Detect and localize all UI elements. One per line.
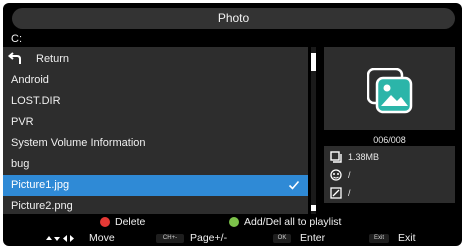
list-item[interactable]: PVR (3, 112, 308, 133)
remote-key-hints: Move CH+- Page+/- OK Enter Exit Exit (3, 231, 462, 246)
list-item[interactable]: bug (3, 154, 308, 175)
list-item[interactable]: Picture2.png (3, 196, 308, 217)
ok-key-icon: OK (273, 234, 291, 243)
exit-hint: Exit (398, 232, 416, 244)
list-item[interactable]: Android (3, 70, 308, 91)
list-item-label: Picture2.png (11, 200, 73, 212)
resolution-icon (330, 169, 342, 181)
list-item-label: System Volume Information (11, 137, 146, 149)
playlist-hint: Add/Del all to playlist (244, 216, 342, 228)
list-item-label: PVR (11, 116, 34, 128)
current-path: C: (11, 33, 22, 45)
checkmark-icon (288, 180, 300, 190)
list-item-label: Android (11, 74, 49, 86)
photo-thumbnail-icon (366, 67, 413, 114)
page-title: Photo (12, 8, 455, 29)
list-item-selected[interactable]: Picture1.jpg (3, 175, 308, 196)
list-item[interactable]: LOST.DIR (3, 91, 308, 112)
scrollbar-end-marker (311, 205, 316, 211)
direction-keys-icon (46, 235, 74, 242)
exit-key-icon: Exit (369, 234, 389, 243)
photo-counter: 006/008 (373, 135, 406, 145)
green-key-icon (229, 217, 239, 227)
return-item[interactable]: Return (3, 49, 308, 70)
list-item-label: LOST.DIR (11, 95, 61, 107)
list-item[interactable]: System Volume Information (3, 133, 308, 154)
preview-panel (324, 47, 455, 130)
list-item-label: bug (11, 158, 30, 170)
resolution-value: / (348, 170, 351, 180)
file-size-value: 1.38MB (348, 152, 380, 162)
list-scrollbar[interactable] (311, 47, 316, 214)
color-key-hints: Delete Add/Del all to playlist (3, 215, 462, 229)
file-size-icon (330, 151, 342, 163)
list-item-label: Picture1.jpg (11, 179, 70, 191)
delete-hint: Delete (115, 216, 146, 228)
date-value: / (348, 188, 351, 198)
return-label: Return (36, 53, 70, 65)
file-list: Return Android LOST.DIR PVR System Volum… (3, 47, 308, 214)
file-info-panel: 1.38MB / / (324, 146, 455, 203)
date-icon (330, 187, 342, 199)
page-hint: Page+/- (190, 232, 228, 244)
return-arrow-icon (7, 52, 21, 64)
scrollbar-thumb[interactable] (311, 53, 316, 71)
channel-key-icon: CH+- (156, 234, 184, 243)
enter-hint: Enter (300, 232, 326, 244)
photo-browser-screen: Photo C: Return Android LOST.DIR PVR Sys… (3, 3, 462, 246)
move-hint: Move (89, 232, 115, 244)
red-key-icon (100, 217, 110, 227)
